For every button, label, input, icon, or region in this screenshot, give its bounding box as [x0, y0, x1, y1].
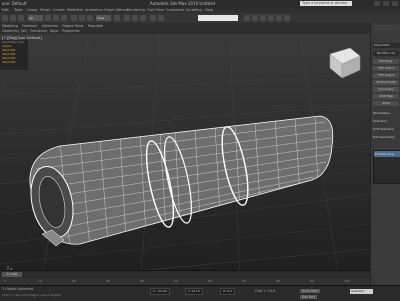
- reference-coord-dropdown[interactable]: View: [96, 15, 111, 21]
- menu-group[interactable]: Group: [27, 8, 38, 12]
- close-icon[interactable]: [392, 1, 398, 6]
- schematic-icon[interactable]: [252, 15, 258, 21]
- modifier-button[interactable]: Symmetry: [373, 87, 399, 92]
- track-bar[interactable]: 0 10 20 30 40 50 60 70 80 90 100: [0, 278, 370, 285]
- grid-size: Grid = 10.0: [255, 289, 276, 293]
- menu-edit[interactable]: Edit: [2, 8, 9, 12]
- modifier-button[interactable]: Shell: [373, 101, 399, 106]
- redo-icon[interactable]: [10, 15, 16, 21]
- section-label[interactable]: Parameters: [373, 111, 390, 115]
- percent-snap-icon[interactable]: [140, 15, 146, 21]
- timeline-tick: 20: [72, 279, 76, 283]
- tab-selection[interactable]: Selection: [42, 24, 58, 28]
- z-coordinate[interactable]: Z: 0.0: [220, 288, 235, 295]
- subtab-transform[interactable]: Transform: [30, 29, 47, 33]
- timeline-tick: 90: [310, 279, 314, 283]
- timeline-tick: 60: [208, 279, 212, 283]
- menu-graph-editors[interactable]: Graph Editors: [104, 8, 128, 12]
- section-label[interactable]: Selection: [373, 119, 387, 123]
- modifier-stack-item[interactable]: Editable Poly: [374, 151, 400, 157]
- render-icon[interactable]: [284, 15, 290, 21]
- render-frame-icon[interactable]: [276, 15, 282, 21]
- select-object-icon[interactable]: [45, 15, 51, 21]
- modifier-button[interactable]: UVW Map: [373, 94, 399, 99]
- window-title: Autodesk 3ds Max 2016 Untitled: [150, 1, 216, 6]
- status-bar: 1 Object Selected Click or click-and-dra…: [0, 285, 400, 301]
- scene-explorer: Geometry (All) object Object01 Object02 …: [0, 40, 28, 70]
- prompt-hint: Click or click-and-drag to select object…: [2, 293, 62, 297]
- window-controls: [374, 1, 398, 7]
- autokey-button[interactable]: Auto Key: [300, 289, 320, 293]
- search-input[interactable]: Type a keyword or phrase: [300, 1, 352, 6]
- timeline-tick: 40: [140, 279, 144, 283]
- tab-freeform[interactable]: Freeform: [22, 24, 38, 28]
- angle-snap-icon[interactable]: [132, 15, 138, 21]
- subtab-geometry[interactable]: Geometry (All): [2, 29, 28, 33]
- modifier-list-dropdown[interactable]: Modifier List: [373, 51, 399, 56]
- link-icon[interactable]: [18, 15, 24, 21]
- modifier-button[interactable]: FFD 3x3x3: [373, 66, 399, 71]
- timeline-tick: 10: [38, 279, 42, 283]
- menu-rendering[interactable]: Rendering: [127, 8, 145, 12]
- menu-modifiers[interactable]: Modifiers: [67, 8, 83, 12]
- perspective-viewport[interactable]: [0, 34, 370, 284]
- workspace-label[interactable]: ace: Default: [2, 1, 26, 6]
- timeline-tick: 80: [276, 279, 280, 283]
- timeline-tick: 30: [106, 279, 110, 283]
- object-name-field[interactable]: Object001: [373, 43, 400, 48]
- material-editor-icon[interactable]: [260, 15, 266, 21]
- pivot-icon[interactable]: [114, 15, 120, 21]
- modifier-stack[interactable]: Editable Poly: [373, 150, 400, 184]
- menu-tools[interactable]: Tools: [14, 8, 23, 12]
- set-key-button[interactable]: Set Key: [300, 295, 318, 299]
- align-icon[interactable]: [158, 15, 164, 21]
- command-panel: Object001 Modifier List Edit Poly FFD 3x…: [370, 23, 400, 285]
- move-icon[interactable]: [71, 15, 77, 21]
- rect-select-icon[interactable]: [61, 15, 67, 21]
- section-label[interactable]: Soft Selection: [373, 127, 394, 131]
- rotate-icon[interactable]: [79, 15, 85, 21]
- tab-populate[interactable]: Populate: [88, 24, 103, 28]
- command-panel-tabs[interactable]: [373, 25, 399, 30]
- selection-status: 1 Object Selected: [2, 287, 34, 291]
- tab-object-paint[interactable]: Object Paint: [62, 24, 83, 28]
- timeline-tick: 100: [344, 279, 350, 283]
- minimize-icon[interactable]: [374, 1, 380, 6]
- section-label[interactable]: Edit Geometry: [373, 135, 395, 139]
- menu-create[interactable]: Create: [53, 8, 65, 12]
- tab-modeling[interactable]: Modeling: [2, 24, 18, 28]
- render-setup-icon[interactable]: [268, 15, 274, 21]
- selection-filter-dropdown[interactable]: All: [28, 15, 43, 21]
- menu-scripting[interactable]: Scripting: [186, 8, 202, 12]
- subtab-properties[interactable]: Properties: [62, 29, 80, 33]
- menu-civil-view[interactable]: Civil View: [147, 8, 164, 12]
- select-by-name-icon[interactable]: [53, 15, 59, 21]
- timeline-tick: 0: [4, 279, 6, 283]
- curve-editor-icon[interactable]: [244, 15, 250, 21]
- menu-animation[interactable]: Animation: [85, 8, 103, 12]
- scale-icon[interactable]: [87, 15, 93, 21]
- modifier-button[interactable]: FFD 4x4x4: [373, 73, 399, 78]
- timeline-tick: 70: [242, 279, 246, 283]
- y-coordinate[interactable]: Y: 121.5: [185, 288, 203, 295]
- snap-icon[interactable]: [124, 15, 130, 21]
- modifier-button[interactable]: Turbosmooth: [373, 80, 399, 85]
- named-selection-field[interactable]: [198, 15, 238, 21]
- menu-customize[interactable]: Customize: [166, 8, 184, 12]
- timeline-tick: 50: [174, 279, 178, 283]
- scene-item[interactable]: Object04: [0, 60, 28, 64]
- subtab-align[interactable]: Align: [50, 29, 59, 33]
- menu-views[interactable]: Views: [40, 8, 50, 12]
- undo-icon[interactable]: [2, 15, 8, 21]
- menu-help[interactable]: Help: [205, 8, 213, 12]
- time-slider-handle[interactable]: 0 / 100: [2, 272, 22, 277]
- mirror-icon[interactable]: [150, 15, 156, 21]
- x-coordinate[interactable]: X: -54.24: [150, 288, 170, 295]
- maximize-icon[interactable]: [383, 1, 389, 6]
- modifier-button[interactable]: Edit Poly: [373, 59, 399, 64]
- key-filter-field[interactable]: Selected: [350, 289, 373, 294]
